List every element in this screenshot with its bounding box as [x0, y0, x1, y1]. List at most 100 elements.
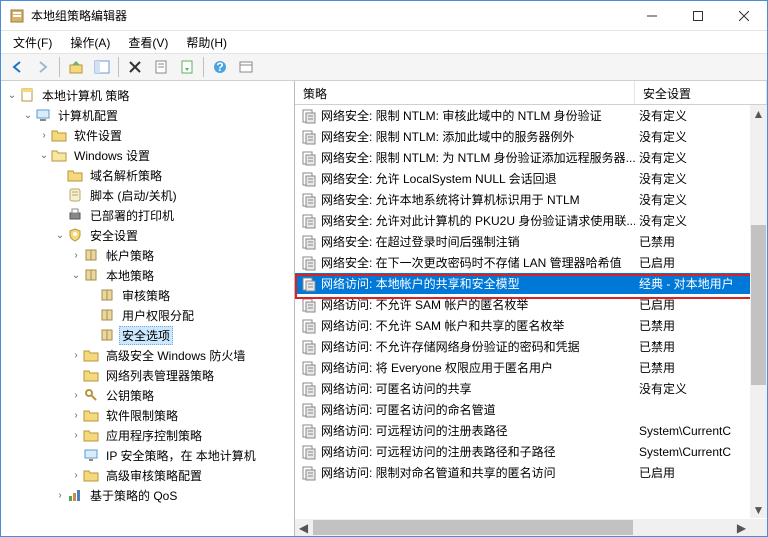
- horizontal-scrollbar[interactable]: ◀ ▶: [295, 519, 750, 536]
- refresh-button[interactable]: [234, 55, 258, 79]
- list-header: 策略 安全设置: [295, 81, 767, 105]
- tree-security-settings[interactable]: ⌄安全设置: [1, 225, 294, 245]
- caret-right-icon[interactable]: ›: [69, 250, 83, 261]
- close-button[interactable]: [721, 1, 767, 30]
- policy-row[interactable]: 网络安全: 限制 NTLM: 为 NTLM 身份验证添加远程服务器...没有定义: [295, 147, 767, 168]
- tree-windows-settings[interactable]: ⌄Windows 设置: [1, 145, 294, 165]
- scroll-up-icon[interactable]: ▲: [750, 105, 767, 122]
- tree-icon: [83, 387, 99, 403]
- policy-row[interactable]: 网络安全: 在下一次更改密码时不存储 LAN 管理器哈希值已启用: [295, 252, 767, 273]
- tree-label: 本地计算机 策略: [39, 86, 132, 105]
- tree-user-rights[interactable]: 用户权限分配: [1, 305, 294, 325]
- tree-computer-config[interactable]: ⌄计算机配置: [1, 105, 294, 125]
- tree-public-key[interactable]: › 公钥策略: [1, 385, 294, 405]
- titlebar[interactable]: 本地组策略编辑器: [1, 1, 767, 31]
- forward-button[interactable]: [31, 55, 55, 79]
- menu-view[interactable]: 查看(V): [120, 32, 176, 53]
- tree-pane[interactable]: ⌄ 本地计算机 策略⌄计算机配置›软件设置⌄Windows 设置 域名解析策略 脚…: [1, 81, 295, 536]
- tree-audit-policy[interactable]: 审核策略: [1, 285, 294, 305]
- policy-row[interactable]: 网络安全: 允许本地系统将计算机标识用于 NTLM没有定义: [295, 189, 767, 210]
- caret-right-icon[interactable]: ›: [69, 350, 83, 361]
- policy-icon: [301, 171, 317, 187]
- tree-qos[interactable]: ›基于策略的 QoS: [1, 485, 294, 505]
- policy-name: 网络访问: 可匿名访问的共享: [321, 380, 472, 397]
- policy-row[interactable]: 网络访问: 不允许 SAM 帐户和共享的匿名枚举已禁用: [295, 315, 767, 336]
- policy-setting: 没有定义: [635, 191, 767, 208]
- caret-down-icon[interactable]: ⌄: [53, 230, 67, 241]
- properties-button[interactable]: [149, 55, 173, 79]
- tree-ipsec[interactable]: IP 安全策略，在 本地计算机: [1, 445, 294, 465]
- caret-right-icon[interactable]: ›: [69, 410, 83, 421]
- tree-account-policy[interactable]: ›帐户策略: [1, 245, 294, 265]
- policy-name: 网络安全: 在下一次更改密码时不存储 LAN 管理器哈希值: [321, 254, 622, 271]
- menu-action[interactable]: 操作(A): [62, 32, 118, 53]
- tree-label: 本地策略: [103, 266, 157, 285]
- policy-row[interactable]: 网络安全: 允许对此计算机的 PKU2U 身份验证请求使用联...没有定义: [295, 210, 767, 231]
- policy-row[interactable]: 网络访问: 本地帐户的共享和安全模型经典 - 对本地用户: [295, 273, 767, 294]
- tree-software-restriction[interactable]: ›软件限制策略: [1, 405, 294, 425]
- tree-label: 公钥策略: [103, 386, 157, 405]
- policy-row[interactable]: 网络访问: 可远程访问的注册表路径System\CurrentC: [295, 420, 767, 441]
- tree-printers[interactable]: 已部署的打印机: [1, 205, 294, 225]
- policy-icon: [301, 213, 317, 229]
- policy-setting: 没有定义: [635, 149, 767, 166]
- policy-row[interactable]: 网络安全: 允许 LocalSystem NULL 会话回退没有定义: [295, 168, 767, 189]
- up-button[interactable]: [64, 55, 88, 79]
- caret-right-icon[interactable]: ›: [69, 430, 83, 441]
- policy-row[interactable]: 网络访问: 限制对命名管道和共享的匿名访问已启用: [295, 462, 767, 483]
- policy-row[interactable]: 网络访问: 不允许存储网络身份验证的密码和凭据已禁用: [295, 336, 767, 357]
- caret-right-icon[interactable]: ›: [69, 470, 83, 481]
- tree-network-list[interactable]: 网络列表管理器策略: [1, 365, 294, 385]
- tree-local-policy[interactable]: ⌄ 本地策略: [1, 265, 294, 285]
- scroll-right-icon[interactable]: ▶: [733, 519, 750, 536]
- tree-label: 脚本 (启动/关机): [87, 186, 180, 205]
- scroll-thumb[interactable]: [313, 520, 633, 535]
- policy-row[interactable]: 网络安全: 限制 NTLM: 审核此域中的 NTLM 身份验证没有定义: [295, 105, 767, 126]
- policy-row[interactable]: 网络安全: 在超过登录时间后强制注销已禁用: [295, 231, 767, 252]
- tree-scripts[interactable]: 脚本 (启动/关机): [1, 185, 294, 205]
- caret-right-icon[interactable]: ›: [69, 390, 83, 401]
- policy-icon: [301, 255, 317, 271]
- menu-file[interactable]: 文件(F): [5, 32, 60, 53]
- show-hide-tree-button[interactable]: [90, 55, 114, 79]
- scroll-left-icon[interactable]: ◀: [295, 519, 312, 536]
- tree-icon: [83, 347, 99, 363]
- scroll-down-icon[interactable]: ▼: [750, 501, 767, 518]
- minimize-button[interactable]: [629, 1, 675, 30]
- policy-name: 网络访问: 可远程访问的注册表路径和子路径: [321, 443, 556, 460]
- policy-name: 网络访问: 将 Everyone 权限应用于匿名用户: [321, 359, 553, 376]
- policy-row[interactable]: 网络访问: 可远程访问的注册表路径和子路径System\CurrentC: [295, 441, 767, 462]
- scroll-thumb[interactable]: [751, 225, 766, 385]
- maximize-button[interactable]: [675, 1, 721, 30]
- column-setting[interactable]: 安全设置: [635, 81, 767, 104]
- list-body[interactable]: 网络安全: 限制 NTLM: 审核此域中的 NTLM 身份验证没有定义网络安全:…: [295, 105, 767, 536]
- caret-down-icon[interactable]: ⌄: [21, 110, 35, 121]
- policy-row[interactable]: 网络访问: 将 Everyone 权限应用于匿名用户已禁用: [295, 357, 767, 378]
- back-button[interactable]: [5, 55, 29, 79]
- vertical-scrollbar[interactable]: ▲ ▼: [750, 105, 767, 518]
- policy-row[interactable]: 网络访问: 可匿名访问的共享没有定义: [295, 378, 767, 399]
- caret-right-icon[interactable]: ›: [37, 130, 51, 141]
- tree-software-settings[interactable]: ›软件设置: [1, 125, 294, 145]
- tree-advanced-audit[interactable]: ›高级审核策略配置: [1, 465, 294, 485]
- policy-icon: [301, 381, 317, 397]
- tree-root[interactable]: ⌄ 本地计算机 策略: [1, 85, 294, 105]
- caret-down-icon[interactable]: ⌄: [69, 270, 83, 281]
- caret-right-icon[interactable]: ›: [53, 490, 67, 501]
- export-button[interactable]: [175, 55, 199, 79]
- policy-icon: [301, 360, 317, 376]
- tree-dns-policy[interactable]: 域名解析策略: [1, 165, 294, 185]
- policy-row[interactable]: 网络访问: 可匿名访问的命名管道: [295, 399, 767, 420]
- tree-app-control[interactable]: ›应用程序控制策略: [1, 425, 294, 445]
- policy-icon: [301, 318, 317, 334]
- delete-button[interactable]: [123, 55, 147, 79]
- policy-row[interactable]: 网络安全: 限制 NTLM: 添加此域中的服务器例外没有定义: [295, 126, 767, 147]
- policy-row[interactable]: 网络访问: 不允许 SAM 帐户的匿名枚举已启用: [295, 294, 767, 315]
- caret-down-icon[interactable]: ⌄: [37, 150, 51, 161]
- menu-help[interactable]: 帮助(H): [178, 32, 235, 53]
- tree-firewall[interactable]: ›高级安全 Windows 防火墙: [1, 345, 294, 365]
- column-policy[interactable]: 策略: [295, 81, 635, 104]
- tree-security-options[interactable]: 安全选项: [1, 325, 294, 345]
- caret-down-icon[interactable]: ⌄: [5, 90, 19, 101]
- help-button[interactable]: ?: [208, 55, 232, 79]
